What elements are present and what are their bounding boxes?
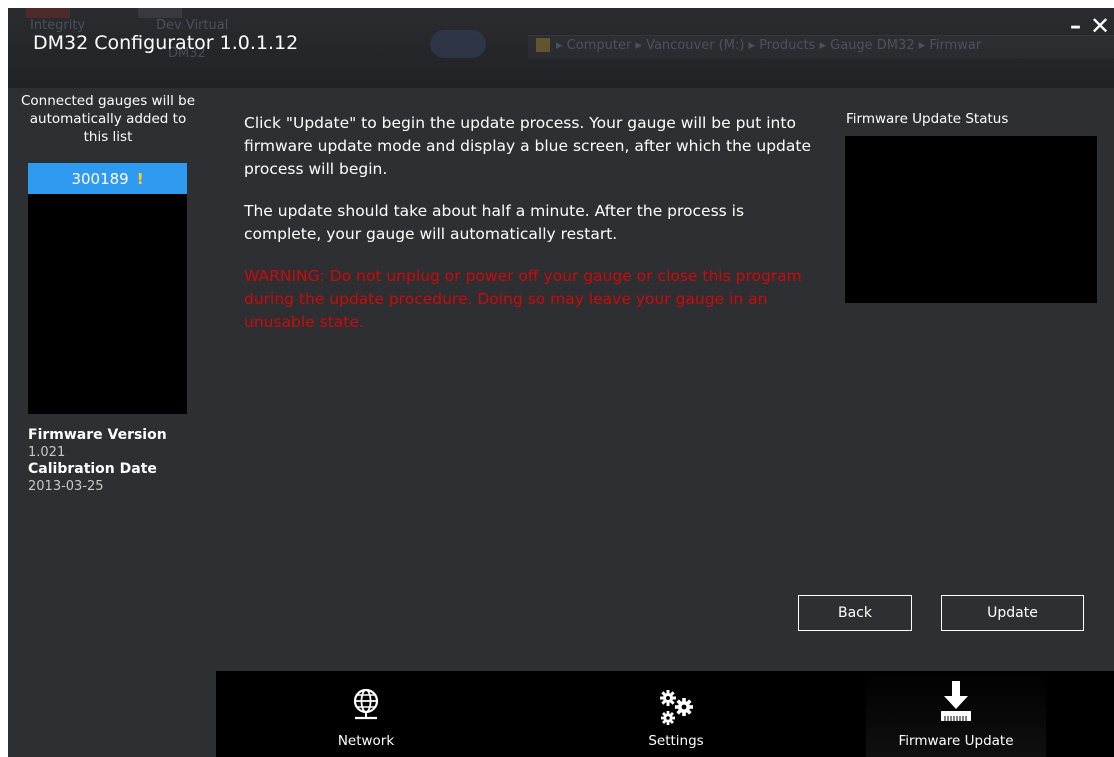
nav-label: Firmware Update (898, 733, 1014, 749)
background-desktop-label: Dev Virtual (156, 18, 229, 33)
instructions-paragraph: Click "Update" to begin the update proce… (244, 114, 811, 178)
gauge-list-item[interactable]: 300189 ! (28, 163, 187, 194)
bottom-nav: Network Settings Firmware Update (216, 671, 1114, 757)
status-output (845, 136, 1097, 303)
close-button[interactable]: ✕ (1090, 14, 1110, 38)
globe-icon (352, 688, 380, 726)
back-button[interactable]: Back (798, 595, 912, 631)
background-folder-icon (536, 38, 550, 52)
background-nav-buttons (430, 30, 486, 58)
gauge-details: Firmware Version 1.021 Calibration Date … (28, 427, 167, 495)
gauge-list-info: Connected gauges will be automatically a… (20, 93, 196, 145)
firmware-version-value: 1.021 (28, 445, 66, 460)
download-icon (938, 681, 974, 729)
background-desktop-icon (26, 8, 70, 18)
background-desktop-icon (138, 8, 182, 18)
firmware-version-label: Firmware Version (28, 427, 167, 443)
background-desktop-label: Integrity (30, 18, 86, 33)
warning-icon: ! (136, 169, 144, 188)
app-title: DM32 Configurator 1.0.1.12 (33, 32, 299, 54)
app-window: Integrity Dev Virtual DM32 ▸ Computer ▸ … (8, 8, 1114, 757)
title-bar: Integrity Dev Virtual DM32 ▸ Computer ▸ … (8, 8, 1114, 88)
nav-label: Settings (648, 733, 704, 749)
background-breadcrumb: ▸ Computer ▸ Vancouver (M:) ▸ Products ▸… (556, 38, 982, 53)
gears-icon (656, 688, 696, 732)
instructions-paragraph: The update should take about half a minu… (244, 202, 745, 243)
status-label: Firmware Update Status (846, 111, 1009, 127)
instructions: Click "Update" to begin the update proce… (244, 112, 814, 353)
warning-text: WARNING: Do not unplug or power off your… (244, 267, 802, 331)
update-button[interactable]: Update (941, 595, 1084, 631)
gauge-list[interactable]: 300189 ! (28, 163, 187, 414)
gauge-id: 300189 (71, 169, 129, 188)
nav-label: Network (337, 733, 395, 749)
calibration-date-label: Calibration Date (28, 461, 157, 477)
nav-firmware-update[interactable]: Firmware Update (866, 671, 1046, 757)
nav-settings[interactable]: Settings (616, 671, 736, 757)
nav-network[interactable]: Network (306, 671, 426, 757)
minimize-button[interactable]: – (1070, 16, 1081, 38)
calibration-date-value: 2013-03-25 (28, 479, 104, 494)
